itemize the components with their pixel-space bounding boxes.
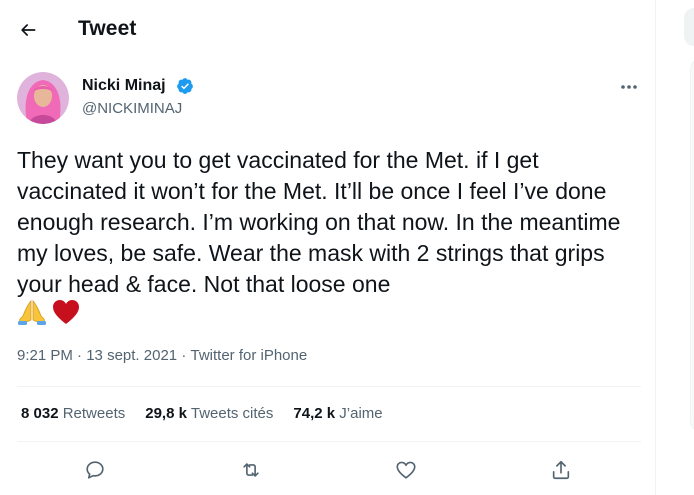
- avatar[interactable]: [17, 72, 69, 124]
- likes-stat[interactable]: 74,2 k J’aime: [293, 405, 382, 422]
- more-options-button[interactable]: [612, 74, 646, 100]
- heart-icon: [396, 461, 416, 479]
- quote-tweets-stat[interactable]: 29,8 k Tweets cités: [145, 405, 273, 422]
- likes-label: J’aime: [339, 405, 383, 422]
- share-button[interactable]: [543, 452, 579, 488]
- reply-icon: [86, 461, 104, 479]
- tweet-meta: 9:21 PM · 13 sept. 2021 · Twitter for iP…: [17, 347, 307, 364]
- retweets-label: Retweets: [62, 405, 126, 422]
- share-icon: [552, 460, 570, 480]
- retweets-count: 8 032: [21, 405, 59, 422]
- retweet-icon: [243, 463, 259, 477]
- author-handle[interactable]: @NICKIMINAJ: [82, 100, 182, 117]
- praying-hands-emoji: [18, 300, 46, 325]
- main-column: Tweet Nicki Minaj @NICKIMINAJ They want …: [0, 0, 656, 495]
- like-button[interactable]: [388, 452, 424, 488]
- retweet-button[interactable]: [233, 452, 269, 488]
- quote-tweets-count: 29,8 k: [145, 405, 187, 422]
- more-dots-icon: [621, 85, 637, 89]
- retweets-stat[interactable]: 8 032 Retweets: [21, 405, 125, 422]
- meta-separator: ·: [181, 347, 187, 364]
- tweet-time[interactable]: 9:21 PM: [17, 347, 73, 364]
- tweet-page: Tweet Nicki Minaj @NICKIMINAJ They want …: [0, 0, 694, 495]
- tweet-emojis: [17, 298, 80, 326]
- avatar-image: [17, 72, 69, 124]
- tweet-actions: [0, 452, 656, 488]
- reply-button[interactable]: [77, 452, 113, 488]
- tweet-date[interactable]: 13 sept. 2021: [86, 347, 177, 364]
- divider: [17, 441, 641, 442]
- tweet-stats: 8 032 Retweets 29,8 k Tweets cités 74,2 …: [21, 405, 403, 422]
- page-title: Tweet: [78, 17, 137, 40]
- arrow-left-icon: [21, 24, 36, 36]
- sidebar-search-edge[interactable]: [684, 8, 694, 46]
- right-sidebar: [657, 0, 694, 495]
- author-name[interactable]: Nicki Minaj: [82, 77, 166, 95]
- meta-separator: ·: [77, 347, 83, 364]
- page-header: Tweet: [0, 0, 655, 60]
- likes-count: 74,2 k: [293, 405, 336, 422]
- verified-badge-icon: [177, 78, 193, 94]
- quote-tweets-label: Tweets cités: [190, 405, 274, 422]
- red-heart-emoji: [53, 300, 79, 324]
- sidebar-card-edge: [690, 58, 694, 432]
- back-button[interactable]: [10, 12, 46, 48]
- divider: [17, 386, 641, 387]
- tweet-source[interactable]: Twitter for iPhone: [190, 347, 307, 364]
- tweet-text: They want you to get vaccinated for the …: [17, 147, 627, 297]
